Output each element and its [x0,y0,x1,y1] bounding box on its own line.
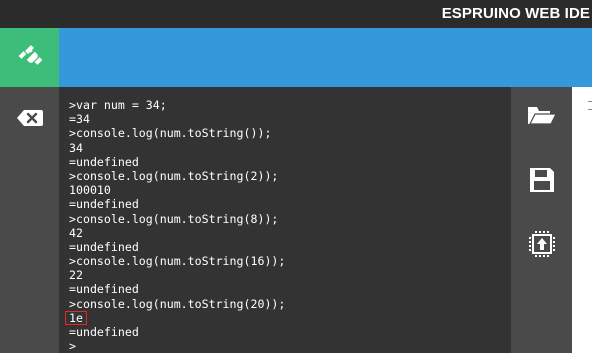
terminal-line: =undefined [69,282,139,297]
right-sidebar [511,87,572,353]
plug-disconnected-icon [15,40,45,75]
terminal-line: 34 [69,140,83,155]
editor-gutter-mark [588,109,592,110]
terminal-line: =undefined [69,197,139,212]
app-title: ESPRUINO WEB IDE [441,5,590,22]
highlighted-output: 1e [65,310,87,325]
terminal-line: >console.log(num.toString(2)); [69,168,279,183]
clear-terminal-button[interactable] [16,109,44,127]
backspace-clear-icon [16,110,44,131]
terminal-line: 1e [65,310,285,325]
terminal-line: 22 [69,268,83,283]
terminal-line: =undefined [69,154,139,169]
terminal-console[interactable]: >var num = 34; =34 >console.log(num.toStri… [59,87,511,353]
save-file-button[interactable] [527,167,557,197]
left-sidebar [0,87,59,353]
folder-open-icon [527,103,557,132]
terminal-line: =undefined [69,325,139,339]
terminal-output: >var num = 34; =34 >console.log(num.toStri… [65,98,286,353]
send-to-board-button[interactable] [527,230,557,262]
editor-gutter-mark [588,101,592,102]
terminal-line: >console.log(num.toString(16)); [69,254,286,269]
terminal-line: 42 [69,225,83,240]
connect-button[interactable] [0,28,59,87]
terminal-line: > [69,339,76,353]
terminal-line: >var num = 34; [69,98,167,112]
terminal-line: =undefined [69,239,139,254]
terminal-line: >console.log(num.toString(8)); [69,211,279,226]
terminal-line: 100010 [69,183,111,198]
main-toolbar [59,28,592,87]
title-bar: ESPRUINO WEB IDE [0,0,592,28]
upload-to-board-icon [529,230,555,262]
terminal-line: >console.log(num.toString()); [69,126,272,141]
open-file-button[interactable] [527,102,557,132]
espruino-ide-window: ESPRUINO WEB IDE >var num = 34; =34 >con… [0,0,592,353]
floppy-save-icon [529,167,555,198]
terminal-line: >console.log(num.toString(20)); [69,296,286,311]
terminal-line: =34 [69,112,90,127]
code-editor-edge[interactable] [572,87,592,353]
